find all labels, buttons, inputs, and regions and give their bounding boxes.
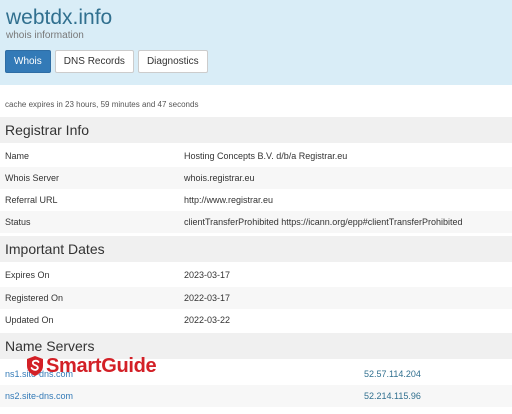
row-key: Whois Server — [5, 173, 60, 183]
page-header: webtdx.info whois information Whois DNS … — [0, 0, 512, 85]
row-value: 2022-03-17 — [184, 293, 231, 303]
tab-bar: Whois DNS Records Diagnostics — [5, 50, 208, 73]
table-row: ns2.site-dns.com 52.214.115.96 — [0, 385, 512, 407]
table-row: Name Hosting Concepts B.V. d/b/a Registr… — [0, 145, 512, 167]
row-value: whois.registrar.eu — [184, 173, 255, 183]
site-title: webtdx.info — [6, 6, 113, 29]
tab-dns-records[interactable]: DNS Records — [54, 50, 134, 73]
row-key: Expires On — [5, 270, 50, 280]
watermark-logo: SmartGuide — [26, 352, 157, 380]
site-subtitle: whois information — [6, 30, 84, 41]
tab-diagnostics[interactable]: Diagnostics — [137, 50, 208, 73]
shield-s-icon — [27, 356, 43, 376]
table-row: Whois Server whois.registrar.eu — [0, 167, 512, 189]
table-row: Updated On 2022-03-22 — [0, 309, 512, 331]
row-key: Registered On — [5, 293, 64, 303]
table-row: Registered On 2022-03-17 — [0, 287, 512, 309]
registrar-heading: Registrar Info — [0, 117, 512, 143]
row-value: clientTransferProhibited https://icann.o… — [184, 217, 463, 227]
table-row: Status clientTransferProhibited https://… — [0, 211, 512, 233]
cache-note: cache expires in 23 hours, 59 minutes an… — [5, 100, 199, 109]
dates-heading: Important Dates — [0, 236, 512, 262]
row-value: 2022-03-22 — [184, 315, 231, 325]
watermark-text: SmartGuide — [46, 354, 157, 377]
nameserver-link[interactable]: ns2.site-dns.com — [5, 385, 73, 407]
row-key: Status — [5, 217, 31, 227]
nameserver-ip: 52.57.114.204 — [364, 369, 421, 379]
table-row: Expires On 2023-03-17 — [0, 264, 512, 286]
row-key: Name — [5, 151, 30, 161]
table-row: Referral URL http://www.registrar.eu — [0, 189, 512, 211]
nameserver-ip: 52.214.115.96 — [364, 391, 421, 401]
row-key: Referral URL — [5, 195, 58, 205]
row-key: Updated On — [5, 315, 54, 325]
tab-whois[interactable]: Whois — [5, 50, 51, 73]
row-value: http://www.registrar.eu — [184, 195, 274, 205]
row-value: Hosting Concepts B.V. d/b/a Registrar.eu — [184, 151, 348, 161]
row-value: 2023-03-17 — [184, 270, 231, 280]
